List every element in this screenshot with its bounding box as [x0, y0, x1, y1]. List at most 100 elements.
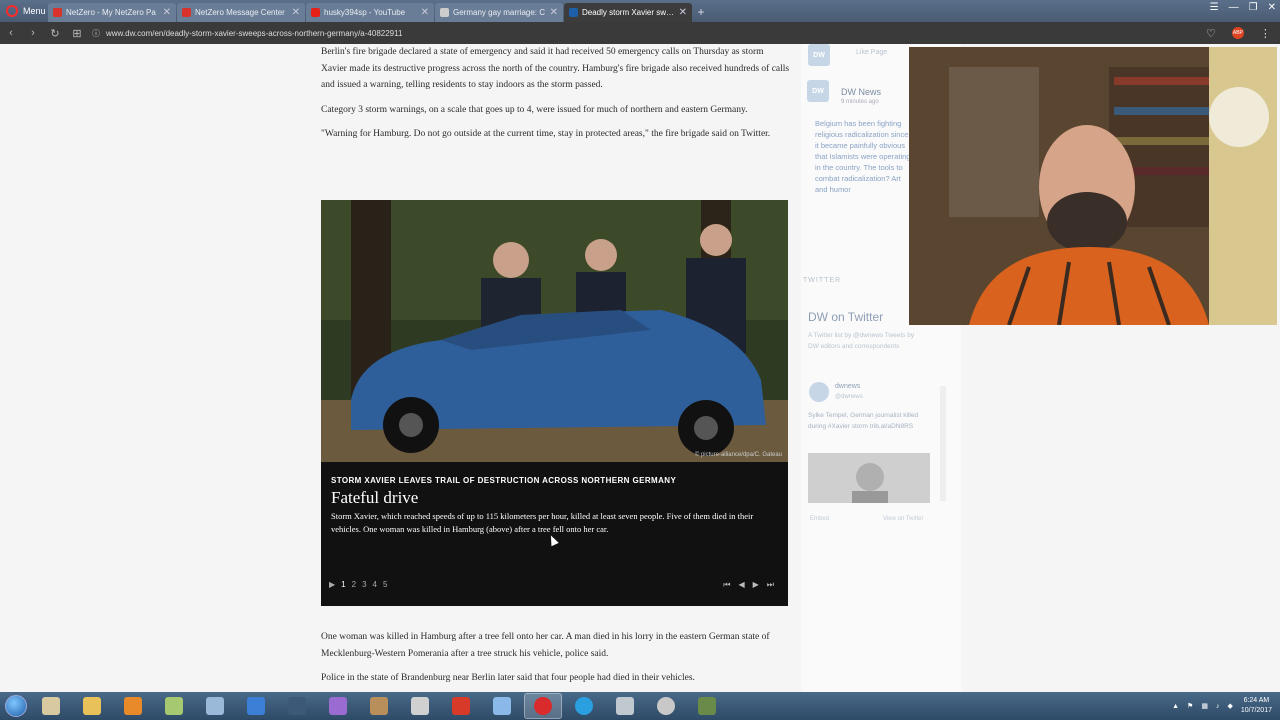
windows-explorer-icon — [42, 697, 60, 715]
action-center-icon[interactable]: ⚑ — [1187, 702, 1193, 710]
gallery-page-2[interactable]: 2 — [352, 580, 356, 589]
tab-close-icon[interactable]: ✕ — [163, 7, 171, 18]
taskbar-app[interactable] — [401, 693, 439, 719]
security-tray-icon[interactable]: ◆ — [1227, 702, 1232, 710]
browser-tab-active[interactable]: Deadly storm Xavier swee ✕ — [564, 3, 692, 22]
taskbar-app[interactable] — [278, 693, 316, 719]
tweet-author[interactable]: dwnews — [835, 383, 860, 390]
twitter-widget-title[interactable]: DW on Twitter — [808, 310, 883, 324]
taskbar-app[interactable] — [360, 693, 398, 719]
gallery-page-4[interactable]: 4 — [373, 580, 377, 589]
article-paragraph: One woman was killed in Hamburg after a … — [321, 632, 770, 659]
twitter-section-label: TWITTER — [803, 277, 842, 284]
netzero-favicon-icon — [53, 8, 62, 17]
taskbar-app[interactable] — [442, 693, 480, 719]
more-icon[interactable]: ⋮ — [1260, 27, 1271, 40]
camera-icon — [411, 697, 429, 715]
twitter-scrollbar[interactable] — [940, 386, 946, 501]
maximize-icon[interactable]: ❐ — [1249, 2, 1258, 13]
gallery-caption: Storm Xavier, which reached speeds of up… — [331, 511, 754, 534]
volume-icon[interactable]: ♪ — [1216, 703, 1220, 710]
taskbar-app[interactable] — [32, 693, 70, 719]
notepad-icon — [165, 697, 183, 715]
taskbar-app[interactable] — [565, 693, 603, 719]
article-body: Berlin's fire brigade declared a state o… — [321, 44, 791, 151]
browser-tab[interactable]: husky394sp - YouTube ✕ — [306, 3, 434, 22]
tab-title: husky394sp - YouTube — [324, 8, 406, 17]
forward-icon[interactable]: › — [22, 27, 44, 39]
taskbar-app[interactable] — [73, 693, 111, 719]
tweet-text[interactable]: Sylke Tempel, German journalist killed d… — [808, 410, 928, 432]
taskbar-app[interactable] — [606, 693, 644, 719]
taskbar-app[interactable] — [319, 693, 357, 719]
taskbar-app[interactable] — [483, 693, 521, 719]
gallery-controls: ⏮ ◀ ▶ ⏭ — [723, 580, 774, 590]
like-page-button[interactable]: Like Page — [856, 49, 887, 56]
start-button[interactable] — [0, 692, 32, 720]
disc-icon — [657, 697, 675, 715]
gallery-play-icon[interactable]: ▶ — [329, 580, 335, 589]
address-field[interactable]: ⓘ www.dw.com/en/deadly-storm-xavier-swee… — [92, 25, 1198, 41]
page-info-icon[interactable]: ⓘ — [92, 28, 100, 39]
view-on-twitter-link[interactable]: View on Twitter — [883, 516, 923, 522]
adblock-icon[interactable]: ABP — [1231, 27, 1244, 39]
tab-close-icon[interactable]: ✕ — [421, 7, 429, 18]
back-icon[interactable]: ‹ — [0, 27, 22, 39]
twitter-embed-link[interactable]: Embed — [810, 516, 829, 522]
browser-tab[interactable]: NetZero Message Center ✕ — [177, 3, 305, 22]
next-slide-icon[interactable]: ▶ — [753, 580, 759, 590]
reload-icon[interactable]: ↻ — [44, 27, 66, 40]
gallery-title: Fateful drive — [331, 488, 419, 507]
browser-ie-icon — [247, 697, 265, 715]
taskbar-app[interactable] — [114, 693, 152, 719]
taskbar-app-active[interactable] — [524, 693, 562, 719]
prev-slide-icon[interactable]: ◀ — [738, 580, 744, 590]
netzero-favicon-icon — [182, 8, 191, 17]
taskbar-app[interactable] — [155, 693, 193, 719]
close-window-icon[interactable]: ✕ — [1268, 2, 1276, 13]
gallery-photo[interactable] — [321, 200, 788, 462]
facebook-page-name[interactable]: DW News — [841, 87, 881, 97]
speed-dial-icon[interactable]: ⊞ — [66, 27, 88, 40]
tweet-handle: @dwnews — [835, 394, 863, 400]
minimize-icon[interactable]: — — [1229, 2, 1239, 13]
last-slide-icon[interactable]: ⏭ — [767, 580, 774, 590]
address-bar-row: ‹ › ↻ ⊞ ⓘ www.dw.com/en/deadly-storm-xav… — [0, 22, 1280, 44]
photo-gallery: © picture-alliance/dpa/C. Gateau STORM X… — [321, 200, 788, 606]
tweet-avatar[interactable] — [809, 382, 829, 402]
taskbar-app[interactable] — [647, 693, 685, 719]
article-paragraph: Police in the state of Brandenburg near … — [321, 673, 695, 683]
taskbar-app[interactable] — [196, 693, 234, 719]
article-paragraph: Category 3 storm warnings, on a scale th… — [321, 104, 748, 115]
taskbar-clock[interactable]: 6:24 AM 10/7/2017 — [1241, 696, 1272, 716]
browser-tab[interactable]: NetZero - My NetZero Pa ✕ — [48, 3, 176, 22]
new-tab-button[interactable]: + — [693, 4, 709, 20]
tweet-portrait-image — [808, 453, 930, 503]
webcam-video-image — [909, 47, 1277, 325]
gallery-kicker: STORM XAVIER LEAVES TRAIL OF DESTRUCTION… — [331, 476, 677, 485]
gallery-page-5[interactable]: 5 — [383, 580, 387, 589]
tab-close-icon[interactable]: ✕ — [292, 7, 300, 18]
facebook-post-text[interactable]: Belgium has been fighting religious radi… — [815, 118, 911, 195]
opera-menu-button[interactable]: Menu — [0, 0, 48, 22]
opera-logo-icon — [6, 5, 18, 17]
bookmark-heart-icon[interactable]: ♡ — [1206, 27, 1216, 40]
media-player-icon — [124, 697, 142, 715]
webcam-overlay — [909, 47, 1277, 325]
tray-expand-icon[interactable]: ▲ — [1172, 703, 1179, 710]
window-controls: ☰ — ❐ ✕ — [1210, 2, 1276, 13]
tab-close-icon[interactable]: ✕ — [679, 7, 687, 18]
taskbar-app[interactable] — [237, 693, 275, 719]
windows-taskbar: ▲ ⚑ ▦ ♪ ◆ 6:24 AM 10/7/2017 — [0, 692, 1280, 720]
tab-menu-icon[interactable]: ☰ — [1210, 2, 1219, 13]
gallery-page-1[interactable]: 1 — [341, 580, 345, 589]
tweet-image[interactable] — [808, 453, 930, 503]
tab-close-icon[interactable]: ✕ — [550, 7, 558, 18]
first-slide-icon[interactable]: ⏮ — [723, 580, 730, 590]
youtube-favicon-icon — [311, 8, 320, 17]
gallery-page-3[interactable]: 3 — [362, 580, 366, 589]
folder-icon — [83, 697, 101, 715]
taskbar-app[interactable] — [688, 693, 726, 719]
network-tray-icon[interactable]: ▦ — [1201, 702, 1208, 710]
browser-tab[interactable]: Germany gay marriage: C ✕ — [435, 3, 563, 22]
